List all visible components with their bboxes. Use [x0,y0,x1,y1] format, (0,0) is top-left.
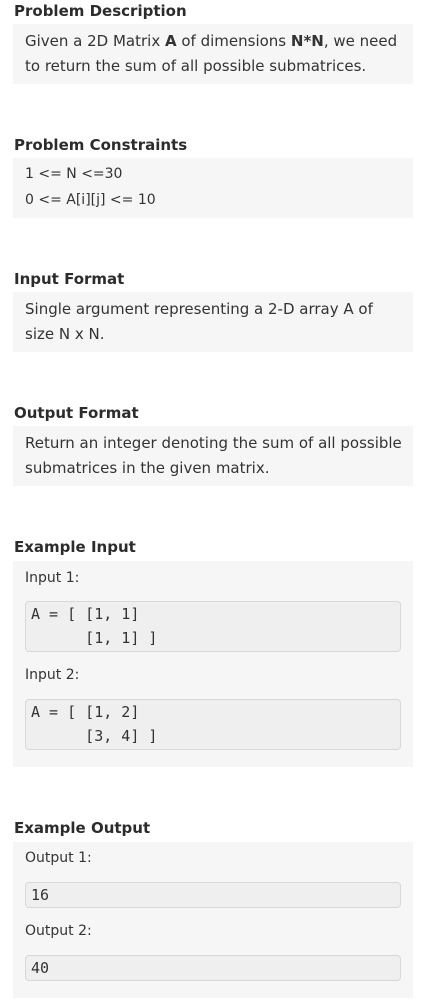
input-2-label: Input 2: [25,667,80,683]
code-line: A = [ [1, 2] [31,703,140,721]
problem-description-box: Given a 2D Matrix A of dimensions N*N, w… [13,24,413,84]
output-1-code-block: 16 [25,882,401,908]
code-line: [1, 1] ] [31,629,158,647]
problem-description-text: Given a 2D Matrix A of dimensions N*N, w… [25,32,398,75]
output-format-heading: Output Format [14,404,139,422]
problem-constraints-heading: Problem Constraints [14,136,188,154]
output-format-box: Return an integer denoting the sum of al… [13,426,413,486]
problem-constraints-box: 1 <= N <=30 0 <= A[i][j] <= 10 [13,158,413,218]
output-format-text: Return an integer denoting the sum of al… [25,434,402,477]
input-2-code-block: A = [ [1, 2] [3, 4] ] [25,699,401,750]
code-line: 16 [31,886,50,904]
example-input-box: Input 1: A = [ [1, 1] [1, 1] ] Input 2: … [13,561,413,767]
output-2-code-block: 40 [25,955,401,981]
input-format-text: Single argument representing a 2-D array… [25,300,373,343]
input-1-code-block: A = [ [1, 1] [1, 1] ] [25,601,401,652]
example-output-heading: Example Output [14,819,151,837]
output-2-label: Output 2: [25,923,92,939]
constraint-line: 0 <= A[i][j] <= 10 [25,192,156,208]
constraint-line: 1 <= N <=30 [25,166,123,182]
output-1-label: Output 1: [25,850,92,866]
input-format-heading: Input Format [14,270,125,288]
input-1-label: Input 1: [25,570,80,586]
example-output-box: Output 1: 16 Output 2: 40 [13,842,413,998]
code-line: A = [ [1, 1] [31,605,140,623]
input-format-box: Single argument representing a 2-D array… [13,292,413,352]
code-line: 40 [31,959,50,977]
code-line: [3, 4] ] [31,727,158,745]
problem-description-heading: Problem Description [14,2,187,20]
example-input-heading: Example Input [14,538,136,556]
